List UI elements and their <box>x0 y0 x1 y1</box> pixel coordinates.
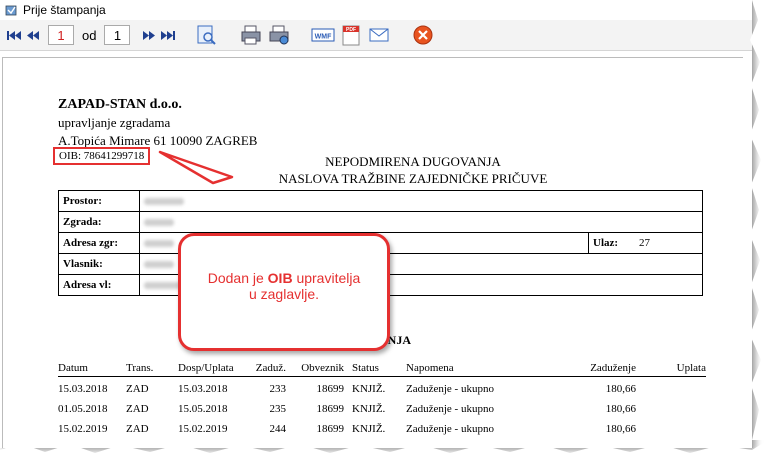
torn-edge <box>0 0 768 467</box>
